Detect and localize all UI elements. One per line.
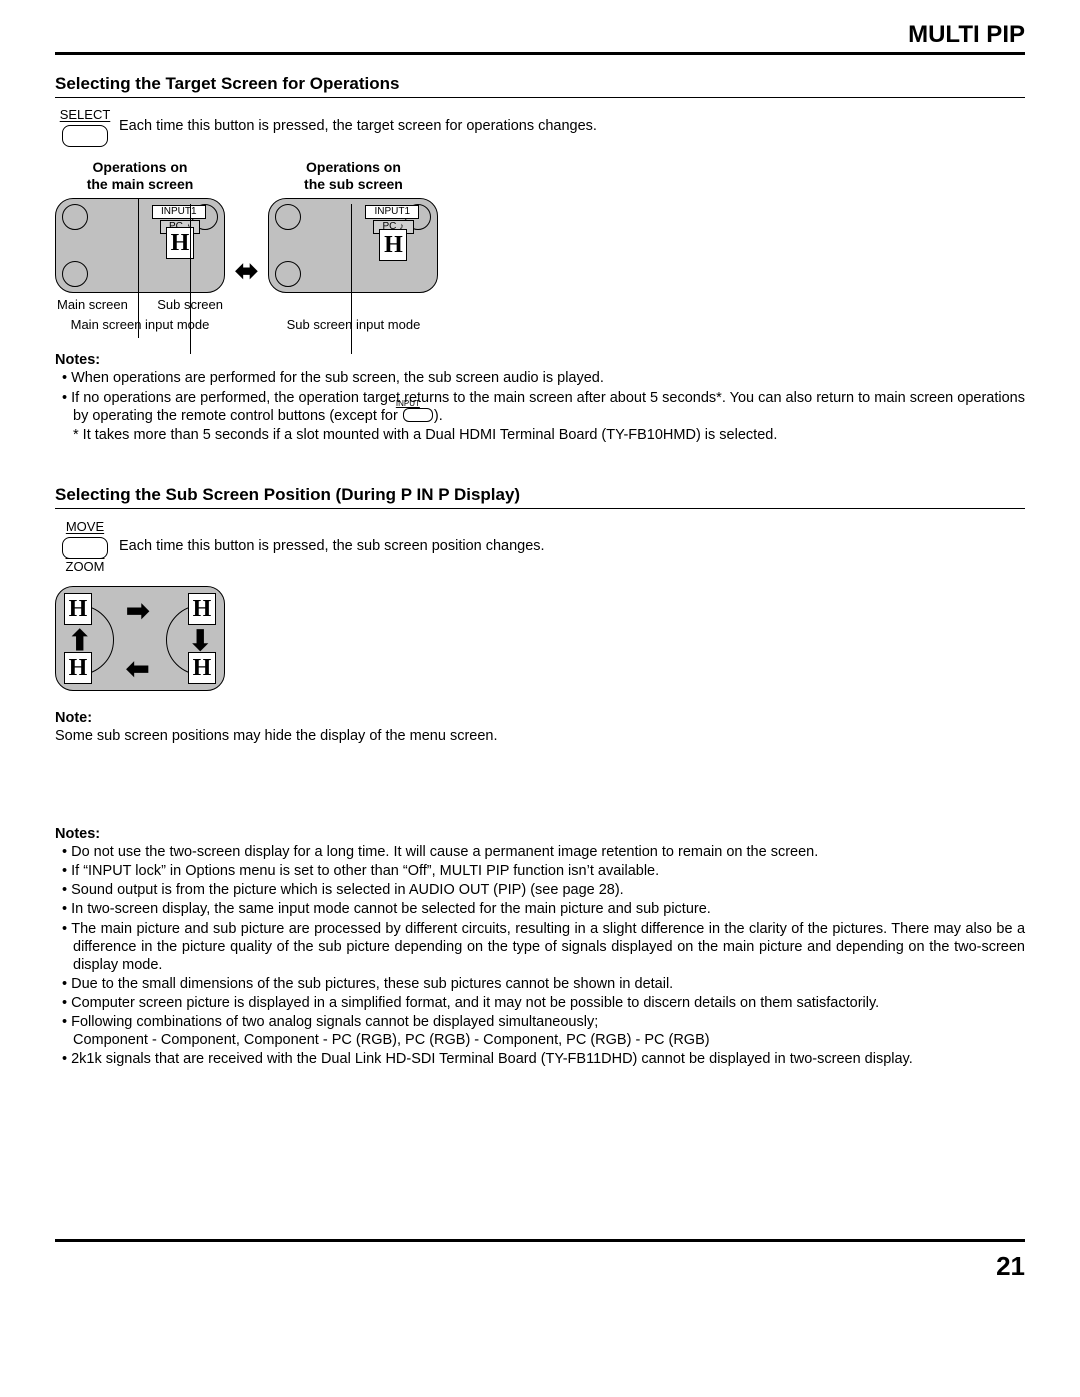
- select-desc: Each time this button is pressed, the ta…: [119, 117, 597, 135]
- caption-sub-mode: Sub screen input mode: [268, 317, 438, 333]
- input-button-icon: INPUT: [403, 408, 433, 422]
- diag-left-label-l1: Operations on: [93, 159, 188, 175]
- s3-note-9: 2k1k signals that are received with the …: [58, 1050, 1025, 1068]
- pos-h-tl: H: [64, 593, 92, 625]
- arrow-down-icon: ⬇: [189, 623, 212, 658]
- section1-heading: Selecting the Target Screen for Operatio…: [55, 73, 1025, 98]
- page-title: MULTI PIP: [55, 20, 1025, 55]
- sub-input-label: INPUT1: [365, 205, 419, 220]
- caption-main-mode: Main screen input mode: [55, 317, 225, 333]
- sub-screen-position-illustration: H H H H ➡ ⬇ ⬅ ⬆: [55, 586, 225, 691]
- select-button-icon: [62, 125, 108, 147]
- select-button-group: SELECT: [55, 108, 115, 147]
- s3-note-5: The main picture and sub picture are pro…: [58, 920, 1025, 974]
- s3-note-6: Due to the small dimensions of the sub p…: [58, 975, 1025, 993]
- move-desc: Each time this button is pressed, the su…: [119, 537, 545, 555]
- main-input-label: INPUT1: [152, 205, 206, 220]
- s3-note-2: If “INPUT lock” in Options menu is set t…: [58, 862, 1025, 880]
- arrow-left-icon: ⬅: [126, 651, 149, 686]
- double-arrow-icon: ⬌: [235, 253, 258, 288]
- section2-note-label: Note:: [55, 710, 92, 726]
- s3-note-3: Sound output is from the picture which i…: [58, 881, 1025, 899]
- section1-notes-list: When operations are performed for the su…: [55, 369, 1025, 424]
- section2-heading: Selecting the Sub Screen Position (Durin…: [55, 484, 1025, 509]
- target-screen-diagram: Operations on the main screen INPUT1 PC♪…: [55, 159, 1025, 333]
- pos-h-tr: H: [188, 593, 216, 625]
- diag-left-label-l2: the main screen: [87, 176, 194, 192]
- move-button-icon: [62, 537, 108, 559]
- main-screen-illustration: INPUT1 PC♪ H: [55, 198, 225, 293]
- section1-notes-label: Notes:: [55, 352, 100, 368]
- sub-screen-illustration: INPUT1 PC♪ H: [268, 198, 438, 293]
- zoom-label: ZOOM: [66, 559, 105, 575]
- sub-h-box: H: [379, 229, 407, 261]
- s3-note-8: Following combinations of two analog sig…: [58, 1013, 1025, 1049]
- s3-note-4: In two-screen display, the same input mo…: [58, 900, 1025, 918]
- section3-notes-label: Notes:: [55, 826, 100, 842]
- section1-asterisk-note: * It takes more than 5 seconds if a slot…: [55, 426, 1025, 444]
- move-button-group: MOVE ZOOM: [55, 519, 115, 576]
- diag-right-label-l2: the sub screen: [304, 176, 403, 192]
- caption-main: Main screen: [55, 297, 130, 313]
- s3-note-1: Do not use the two-screen display for a …: [58, 843, 1025, 861]
- s3-note-7: Computer screen picture is displayed in …: [58, 994, 1025, 1012]
- move-label: MOVE: [66, 519, 104, 535]
- section1-note-1: When operations are performed for the su…: [58, 369, 1025, 387]
- arrow-up-icon: ⬆: [68, 623, 91, 658]
- section3-notes-list: Do not use the two-screen display for a …: [55, 843, 1025, 1069]
- section2-note: Some sub screen positions may hide the d…: [55, 728, 498, 744]
- select-label: SELECT: [60, 108, 111, 123]
- diag-right-label-l1: Operations on: [306, 159, 401, 175]
- arrow-right-icon: ➡: [126, 593, 149, 628]
- section1-note-2: If no operations are performed, the oper…: [58, 389, 1025, 425]
- page-number: 21: [55, 1239, 1025, 1283]
